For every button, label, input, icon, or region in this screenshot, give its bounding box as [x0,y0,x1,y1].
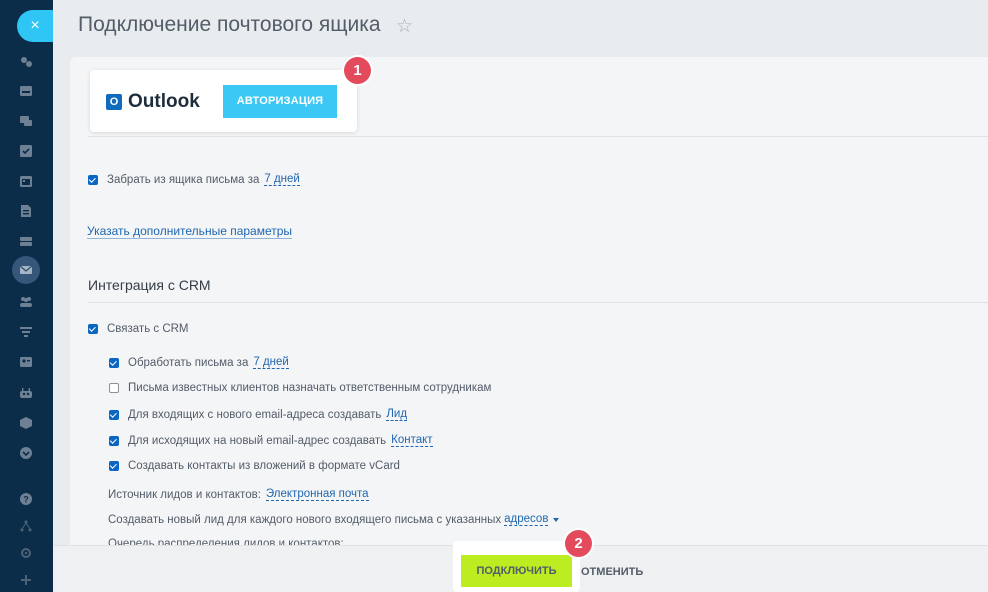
fetch-emails-label: Забрать из ящика письма за [107,173,260,186]
plus-icon[interactable] [15,569,37,591]
cancel-button[interactable]: ОТМЕНИТЬ [581,566,643,578]
favorite-star-icon[interactable]: ☆ [396,15,413,38]
drive-icon[interactable] [15,230,37,252]
process-emails-row: Обработать письма за 7 дней [109,356,289,369]
mail-icon[interactable] [12,256,40,284]
crm-section-title: Интеграция с CRM [88,277,211,293]
incoming-label: Для входящих с нового email-адреса созда… [128,408,382,421]
incoming-checkbox[interactable] [109,409,119,420]
team-icon[interactable] [15,290,37,312]
crm-link-row: Связать с CRM [88,323,189,335]
vcard-row: Создавать контакты из вложений в формате… [109,460,400,472]
inbox-icon[interactable] [15,80,37,102]
tasks-icon[interactable] [15,140,37,162]
incoming-entity-link[interactable]: Лид [386,408,408,421]
outgoing-row: Для исходящих на новый email-адрес созда… [109,434,433,447]
outlook-provider-panel: O Outlook АВТОРИЗАЦИЯ [90,70,357,132]
fetch-emails-checkbox[interactable] [88,174,98,185]
crm-link-checkbox[interactable] [88,324,98,334]
chat-icon[interactable] [15,110,37,132]
vcard-checkbox[interactable] [109,461,119,471]
help-icon[interactable]: ? [15,488,37,510]
divider [88,136,988,137]
known-clients-row: Письма известных клиентов назначать отве… [109,382,491,394]
divider [88,302,988,303]
chevron-down-icon[interactable] [15,442,37,464]
crm-link-label: Связать с CRM [107,323,189,335]
outlook-logo-icon: O [106,94,122,110]
connect-button[interactable]: ПОДКЛЮЧИТЬ [461,555,572,587]
step-badge-2: 2 [565,530,592,557]
extra-params-link[interactable]: Указать дополнительные параметры [87,224,293,239]
page-title: Подключение почтового ящика [78,13,381,36]
incoming-row: Для входящих с нового email-адреса созда… [109,408,408,421]
outgoing-checkbox[interactable] [109,435,119,446]
provider-name: Outlook [128,91,200,112]
authorize-button[interactable]: АВТОРИЗАЦИЯ [223,85,337,118]
new-lead-row: Создавать новый лид для каждого нового в… [108,513,560,526]
known-clients-label: Письма известных клиентов назначать отве… [128,382,492,394]
source-row: Источник лидов и контактов: Электронная … [108,488,369,501]
known-clients-checkbox[interactable] [109,383,119,393]
svg-text:?: ? [23,495,29,505]
step-badge-1: 1 [344,57,371,84]
new-lead-label: Создавать новый лид для каждого нового в… [108,513,502,526]
filter-icon[interactable] [15,320,37,342]
close-slider-button[interactable]: × [17,10,53,42]
addresses-link[interactable]: адресов [504,513,549,526]
vcard-label: Создавать контакты из вложений в формате… [128,460,400,472]
document-icon[interactable] [15,200,37,222]
left-sidebar: × ? [0,0,53,592]
settings-icon[interactable] [15,542,37,564]
process-emails-checkbox[interactable] [109,357,119,368]
source-value-link[interactable]: Электронная почта [265,488,369,501]
source-label: Источник лидов и контактов: [108,488,261,501]
box-icon[interactable] [15,412,37,434]
process-period-link[interactable]: 7 дней [253,356,289,369]
caret-down-icon[interactable] [553,517,560,522]
fetch-period-link[interactable]: 7 дней [264,173,300,186]
robot-icon[interactable] [15,382,37,404]
activity-icon[interactable] [15,51,37,73]
outgoing-entity-link[interactable]: Контакт [391,434,433,447]
sitemap-icon[interactable] [15,515,37,537]
settings-card [70,57,988,592]
process-emails-label: Обработать письма за [128,356,249,369]
calendar-icon[interactable] [15,170,37,192]
extra-params-row: Указать дополнительные параметры [87,224,293,239]
contact-card-icon[interactable] [15,351,37,373]
outgoing-label: Для исходящих на новый email-адрес созда… [128,434,387,447]
fetch-emails-row: Забрать из ящика письма за 7 дней [88,173,300,186]
